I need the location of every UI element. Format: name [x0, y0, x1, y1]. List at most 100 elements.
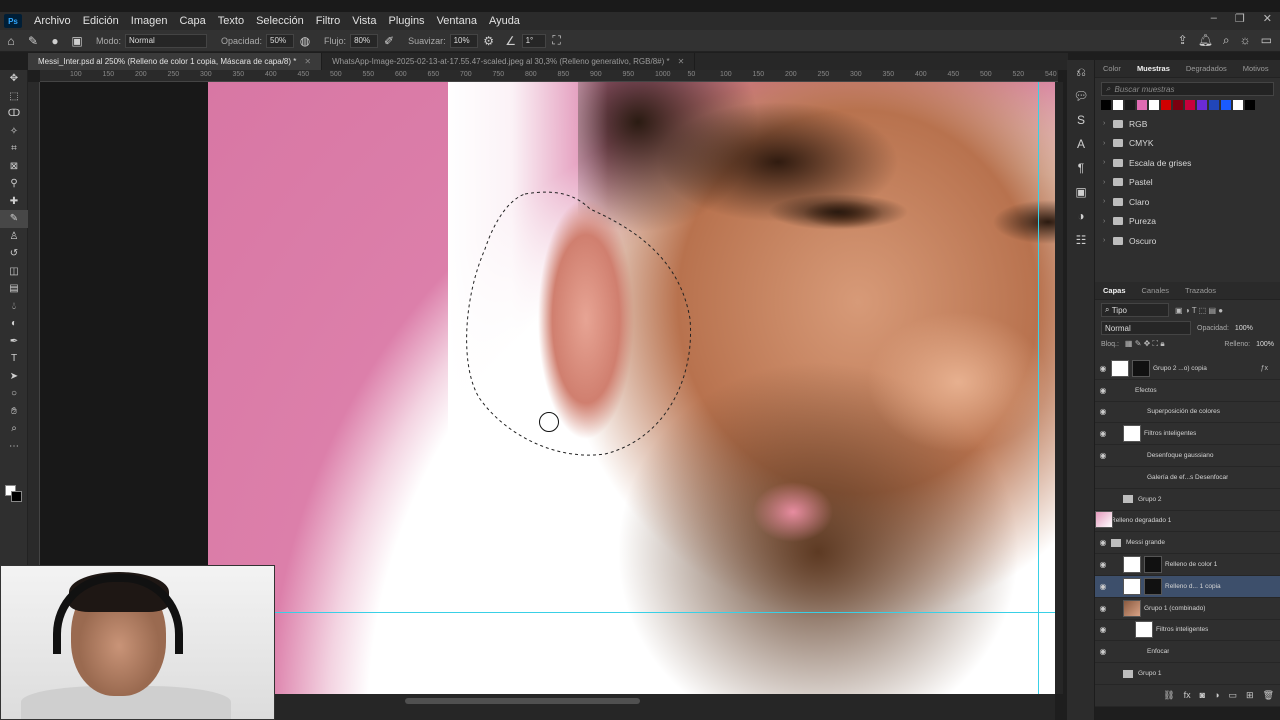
fx-icon[interactable]: ƒx [1261, 365, 1268, 372]
color-swatch[interactable] [1161, 100, 1171, 110]
type-tool-icon[interactable]: T [0, 350, 28, 368]
menu-vista[interactable]: Vista [346, 15, 382, 27]
layer-row[interactable]: ◉ Efectos [1095, 380, 1280, 402]
eye-icon[interactable]: ◉ [1095, 560, 1111, 569]
tab-gradients[interactable]: Degradados [1178, 64, 1235, 73]
layer-thumbnail[interactable] [1135, 621, 1153, 639]
stock-icon[interactable]: S [1067, 108, 1095, 132]
swatch-folder[interactable]: › Pureza [1095, 212, 1280, 232]
dodge-tool-icon[interactable]: ◐ [0, 315, 28, 333]
chevron-right-icon[interactable]: › [1103, 198, 1111, 205]
swatch-search-input[interactable]: ⌕ Buscar muestras [1101, 82, 1274, 96]
layer-thumbnail[interactable] [1111, 359, 1129, 377]
tab-patterns[interactable]: Motivos [1235, 64, 1277, 73]
menu-ventana[interactable]: Ventana [431, 15, 483, 27]
color-swatch[interactable] [1209, 100, 1219, 110]
tab-paths[interactable]: Trazados [1177, 286, 1224, 295]
marquee-tool-icon[interactable]: ⬚ [0, 88, 28, 106]
layer-thumbnail[interactable] [1123, 599, 1141, 617]
hand-tool-icon[interactable]: ✋︎ [0, 403, 28, 421]
tab-whatsapp-image[interactable]: WhatsApp-Image-2025-02-13-at-17.55.47-sc… [322, 53, 696, 70]
layer-row[interactable]: ◉ Relleno d... 1 copia [1095, 575, 1280, 598]
layer-row[interactable]: ◉ Desenfoque gaussiano [1095, 445, 1280, 467]
close-tab-icon[interactable]: ✕ [304, 57, 311, 66]
opacity-field[interactable]: 50% [266, 33, 295, 48]
vertical-scrollbar[interactable] [1055, 82, 1063, 694]
layer-thumbnail[interactable] [1123, 556, 1141, 574]
angle-field[interactable]: 1° [521, 33, 546, 48]
scroll-thumb[interactable] [405, 698, 640, 704]
color-swatch[interactable] [1149, 100, 1159, 110]
layer-row[interactable]: ◉ Superposición de colores [1095, 402, 1280, 424]
color-swatch[interactable] [1197, 100, 1207, 110]
color-swatch[interactable] [1245, 100, 1255, 110]
close-tab-icon[interactable]: ✕ [678, 57, 685, 66]
menu-edicion[interactable]: Edición [77, 15, 125, 27]
chevron-right-icon[interactable]: › [1103, 159, 1111, 166]
layer-row[interactable]: Grupo 1 [1095, 663, 1280, 685]
restore-icon[interactable]: ❐ [1235, 12, 1245, 25]
menu-ayuda[interactable]: Ayuda [483, 15, 526, 27]
lock-icons[interactable]: ▦ ✎ ✥ ⛶ 🔒︎ [1125, 339, 1165, 349]
document-canvas[interactable] [208, 82, 1055, 694]
quick-selection-icon[interactable]: ✧ [0, 123, 28, 141]
smoothing-field[interactable]: 10% [449, 33, 478, 48]
eye-icon[interactable]: ◉ [1095, 407, 1111, 416]
crop-tool-icon[interactable]: ⌗ [0, 140, 28, 158]
layer-thumbnail[interactable] [1123, 577, 1141, 595]
layer-filter-select[interactable]: ⌕ Tipo [1101, 303, 1169, 317]
eye-icon[interactable]: ◉ [1095, 647, 1111, 656]
eye-icon[interactable]: ◉ [1095, 538, 1111, 547]
character-icon[interactable]: A [1067, 132, 1095, 156]
layer-row[interactable]: ◉ Grupo 2 ...o) copia ƒx [1095, 358, 1280, 380]
color-swatch[interactable] [1137, 100, 1147, 110]
swatch-folder[interactable]: › Oscuro [1095, 231, 1280, 251]
layer-row[interactable]: Grupo 2 [1095, 489, 1280, 511]
pen-tool-icon[interactable]: ✒ [0, 333, 28, 351]
close-icon[interactable]: ✕ [1263, 12, 1272, 25]
adjustments-icon[interactable]: ◑ [1067, 204, 1095, 228]
path-selection-icon[interactable]: ➤ [0, 368, 28, 386]
menu-archivo[interactable]: Archivo [28, 15, 77, 27]
lasso-tool-icon[interactable]: ↀ [0, 105, 28, 123]
eye-icon[interactable]: ◉ [1095, 625, 1111, 634]
layer-thumbnail[interactable] [1123, 425, 1141, 443]
pressure-opacity-icon[interactable]: ◍ [294, 34, 316, 48]
background-color-swatch[interactable] [11, 491, 22, 502]
move-tool-icon[interactable]: ✥ [0, 70, 28, 88]
layer-row[interactable]: ◉ Grupo 1 (combinado) [1095, 598, 1280, 620]
lightbulb-icon[interactable]: ☼ [1240, 33, 1251, 48]
color-swatch[interactable] [1101, 100, 1111, 110]
zoom-tool-icon[interactable]: ⌕ [0, 420, 28, 438]
paragraph-icon[interactable]: ¶ [1067, 156, 1095, 180]
layer-mask-thumbnail[interactable] [1132, 359, 1150, 377]
menu-seleccion[interactable]: Selección [250, 15, 310, 27]
brush-settings-icon[interactable]: ▣ [66, 34, 88, 48]
eye-icon[interactable]: ◉ [1095, 429, 1111, 438]
symmetry-icon[interactable]: ⛶ [546, 33, 568, 48]
gradient-tool-icon[interactable]: ▤ [0, 280, 28, 298]
color-swatch[interactable] [1173, 100, 1183, 110]
clone-stamp-icon[interactable]: ♙ [0, 228, 28, 246]
trash-icon[interactable]: 🗑︎ [1263, 690, 1274, 706]
tab-layers[interactable]: Capas [1095, 286, 1134, 295]
new-group-icon[interactable]: ▭ [1229, 690, 1238, 706]
filter-type-icons[interactable]: ▣ ◑ T ⬚ ▤ ● [1175, 306, 1223, 315]
history-brush-icon[interactable]: ↺ [0, 245, 28, 263]
comments-icon[interactable]: 💬︎ [1067, 84, 1095, 108]
layer-mask-thumbnail[interactable] [1144, 577, 1162, 595]
layer-row[interactable]: ◉ Messi grande [1095, 532, 1280, 555]
history-icon[interactable]: ⎌ [1067, 60, 1095, 84]
swatch-folder[interactable]: › CMYK [1095, 134, 1280, 154]
tab-swatches[interactable]: Muestras [1129, 64, 1178, 73]
adjustment-layer-icon[interactable]: ◑ [1214, 690, 1219, 706]
color-swatch[interactable] [1113, 100, 1123, 110]
layer-mask-thumbnail[interactable] [1144, 556, 1162, 574]
brush-tool-icon[interactable]: ✎ [22, 34, 44, 48]
eye-icon[interactable]: ◉ [1095, 582, 1111, 591]
layer-row[interactable]: Galería de ef...s Desenfocar [1095, 467, 1280, 489]
layer-row[interactable]: ◉ Filtros inteligentes [1095, 620, 1280, 642]
more-tools-icon[interactable]: ⋯ [0, 438, 28, 456]
frame-tool-icon[interactable]: ⊠ [0, 158, 28, 176]
chevron-right-icon[interactable]: › [1103, 237, 1111, 244]
